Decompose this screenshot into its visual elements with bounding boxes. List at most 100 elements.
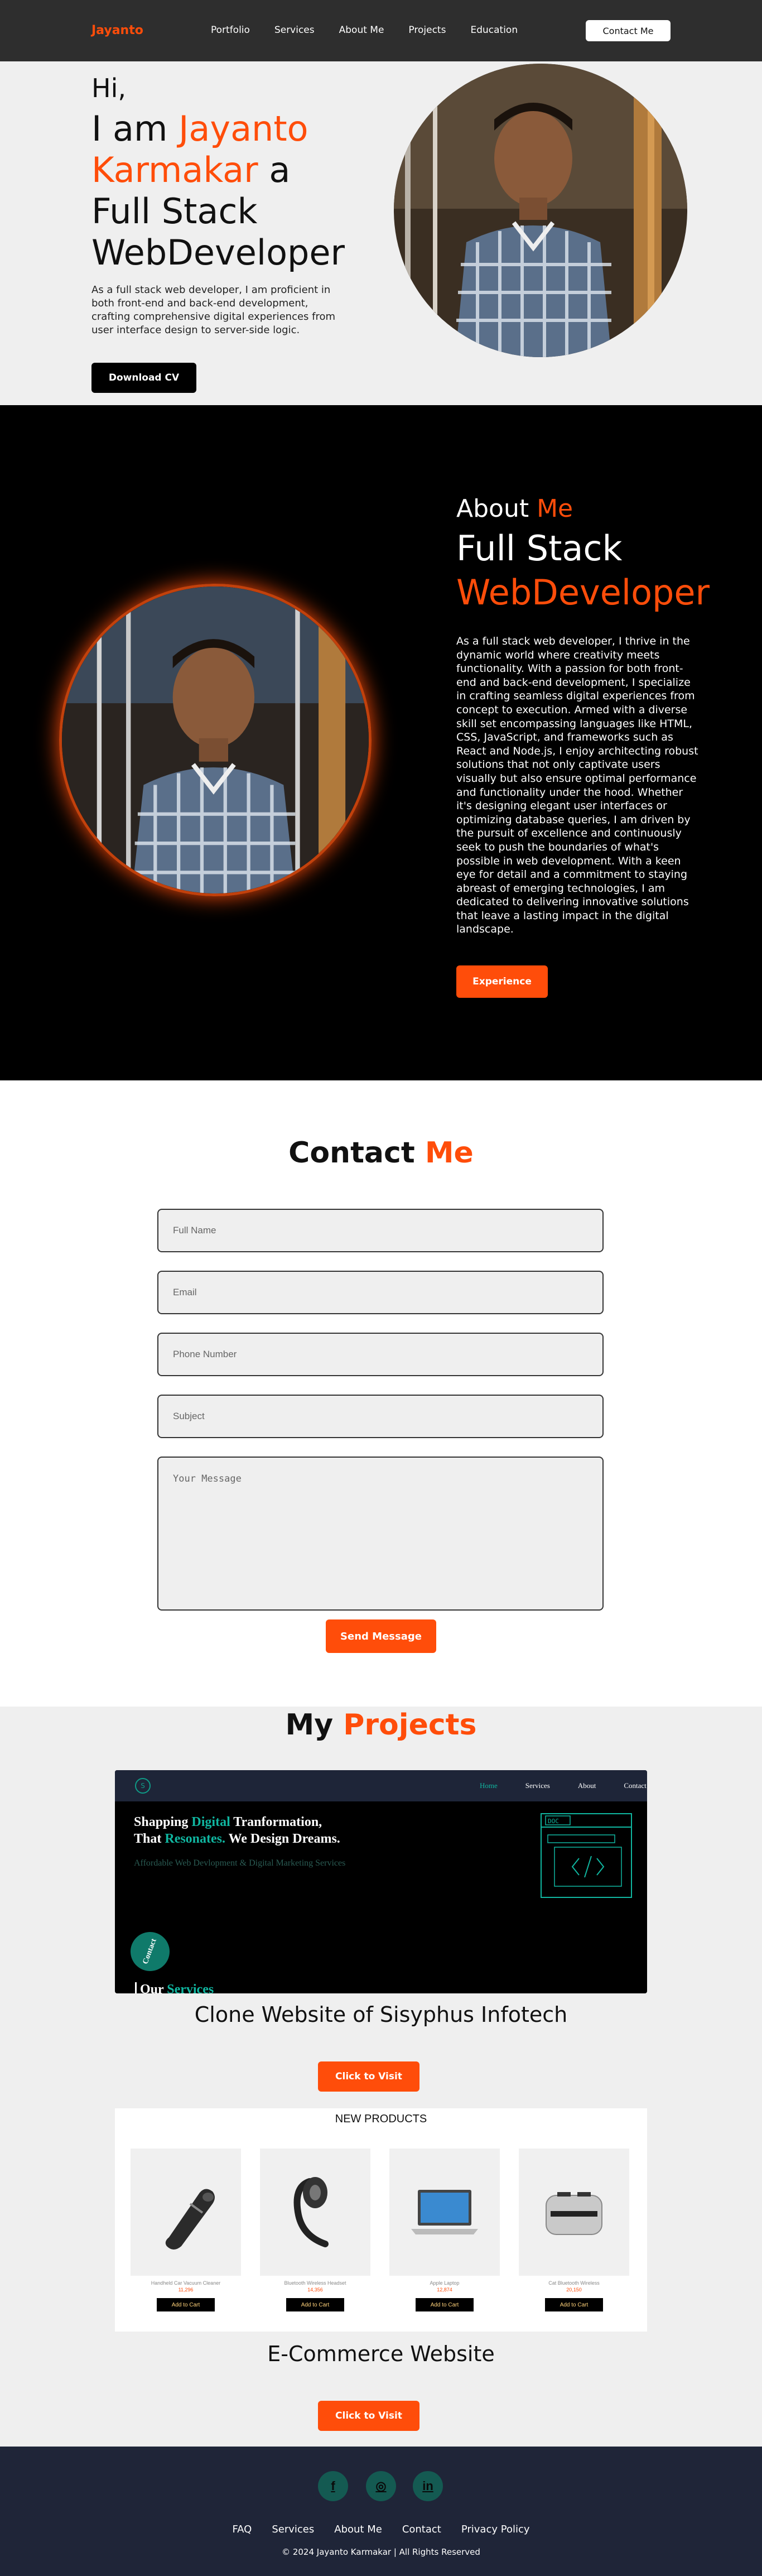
hero-section: Hi, I am Jayanto Karmakar a Full Stack W… bbox=[0, 61, 762, 405]
projects-title-prefix: My bbox=[285, 1708, 344, 1742]
preview-our-services: Our Services bbox=[135, 1982, 214, 1993]
footer-link-contact[interactable]: Contact bbox=[402, 2524, 441, 2535]
preview-headline-1a: Shapping bbox=[134, 1815, 192, 1829]
contact-title-accent: Me bbox=[425, 1136, 474, 1170]
send-message-button[interactable]: Send Message bbox=[326, 1619, 436, 1653]
footer-link-privacy[interactable]: Privacy Policy bbox=[461, 2524, 530, 2535]
product-name: Bluetooth Wireless Headset bbox=[284, 2280, 346, 2286]
product-name: Handheld Car Vacuum Cleaner bbox=[151, 2280, 221, 2286]
facebook-icon[interactable]: f bbox=[318, 2471, 348, 2501]
nav-item-about[interactable]: About Me bbox=[339, 25, 384, 36]
about-section: About Me Full Stack WebDeveloper As a fu… bbox=[0, 405, 762, 1080]
about-heading: About Me bbox=[456, 494, 707, 523]
nav-item-projects[interactable]: Projects bbox=[408, 25, 446, 36]
hero-role-line2: WebDeveloper bbox=[91, 232, 345, 273]
preview-headline-2c: We Design Dreams. bbox=[225, 1832, 340, 1846]
about-heading-accent: Me bbox=[537, 494, 573, 523]
copyright-text: © 2024 Jayanto Karmakar | All Rights Res… bbox=[282, 2547, 480, 2557]
preview-services: Services bbox=[167, 1982, 214, 1993]
hero-text: Hi, I am Jayanto Karmakar a Full Stack W… bbox=[91, 68, 348, 337]
preview-headline-1b: Digital bbox=[191, 1815, 230, 1829]
about-text: About Me Full Stack WebDeveloper As a fu… bbox=[456, 494, 710, 936]
nav-item-services[interactable]: Services bbox=[274, 25, 315, 36]
preview-logo: S bbox=[135, 1778, 151, 1794]
about-subheading-2: WebDeveloper bbox=[456, 572, 710, 613]
preview-products-heading: NEW PRODUCTS bbox=[335, 2113, 427, 2125]
site-logo[interactable]: Jayanto bbox=[91, 23, 143, 37]
add-to-cart-button[interactable]: Add to Cart bbox=[286, 2298, 344, 2311]
product-card: Cat Bluetooth Wireless 20,150 Add to Car… bbox=[519, 2149, 629, 2311]
toaster-icon bbox=[519, 2149, 629, 2276]
product-price: 20,150 bbox=[566, 2287, 582, 2293]
phone-input[interactable] bbox=[157, 1333, 604, 1376]
instagram-icon[interactable]: ◎ bbox=[366, 2471, 396, 2501]
footer-links: FAQ Services About Me Contact Privacy Po… bbox=[0, 2524, 762, 2535]
project1-title: Clone Website of Sisyphus Infotech bbox=[194, 2002, 568, 2027]
nav-item-education[interactable]: Education bbox=[470, 25, 518, 36]
hero-description: As a full stack web developer, I am prof… bbox=[91, 284, 336, 336]
add-to-cart-button[interactable]: Add to Cart bbox=[157, 2298, 215, 2311]
about-photo bbox=[59, 584, 372, 896]
preview-menu-contact: Contact bbox=[624, 1781, 647, 1790]
code-illustration-label: DOC bbox=[548, 1818, 559, 1825]
contact-section: Contact Me Send Message bbox=[0, 1080, 762, 1707]
add-to-cart-button[interactable]: Add to Cart bbox=[416, 2298, 474, 2311]
profile-photo bbox=[394, 64, 687, 357]
product-price: 12,874 bbox=[437, 2287, 452, 2293]
product-name: Cat Bluetooth Wireless bbox=[548, 2280, 600, 2286]
main-menu: Portfolio Services About Me Projects Edu… bbox=[211, 25, 542, 36]
message-textarea[interactable] bbox=[157, 1457, 604, 1611]
product-card: Apple Laptop 12,874 Add to Cart bbox=[389, 2149, 500, 2311]
hero-role-line1: Full Stack bbox=[91, 191, 258, 232]
preview-contact-badge: Contact bbox=[125, 1926, 175, 1977]
about-description: As a full stack web developer, I thrive … bbox=[456, 635, 698, 936]
project2-title: E-Commerce Website bbox=[267, 2342, 495, 2366]
contact-title: Contact Me bbox=[0, 1136, 762, 1170]
full-name-input[interactable] bbox=[157, 1209, 604, 1252]
subject-input[interactable] bbox=[157, 1395, 604, 1438]
preview-menu-home: Home bbox=[480, 1781, 498, 1790]
email-input[interactable] bbox=[157, 1271, 604, 1314]
preview-our: Our bbox=[140, 1982, 167, 1993]
contact-me-button[interactable]: Contact Me bbox=[586, 20, 671, 41]
projects-title: My Projects bbox=[0, 1707, 762, 1743]
projects-title-accent: Projects bbox=[343, 1708, 477, 1742]
preview-headline: Shapping Digital Tranformation, That Res… bbox=[134, 1814, 340, 1847]
project2-visit-button[interactable]: Click to Visit bbox=[318, 2401, 419, 2431]
preview-headline-2a: That bbox=[134, 1832, 165, 1846]
site-footer: f ◎ in FAQ Services About Me Contact Pri… bbox=[0, 2447, 762, 2576]
code-illustration-icon: DOC bbox=[540, 1813, 633, 1901]
laptop-icon bbox=[389, 2149, 500, 2276]
product-price: 11,296 bbox=[178, 2287, 194, 2293]
hero-heading: I am Jayanto Karmakar a Full Stack WebDe… bbox=[91, 108, 348, 273]
product-price: 14,356 bbox=[307, 2287, 323, 2293]
product-card: Handheld Car Vacuum Cleaner 11,296 Add t… bbox=[131, 2149, 241, 2311]
product-name: Apple Laptop bbox=[430, 2280, 460, 2286]
top-navbar: Jayanto Portfolio Services About Me Proj… bbox=[0, 0, 762, 61]
footer-link-services[interactable]: Services bbox=[272, 2524, 314, 2535]
linkedin-icon[interactable]: in bbox=[413, 2471, 443, 2501]
preview-menu-services: Services bbox=[525, 1781, 550, 1790]
about-subheading-1: Full Stack bbox=[456, 528, 623, 569]
nav-item-portfolio[interactable]: Portfolio bbox=[211, 25, 250, 36]
footer-link-about[interactable]: About Me bbox=[334, 2524, 382, 2535]
vacuum-icon bbox=[131, 2149, 241, 2276]
download-cv-button[interactable]: Download CV bbox=[91, 363, 196, 393]
preview-navbar: S Home Services About Contact bbox=[115, 1770, 647, 1801]
projects-section: My Projects S Home Services About Contac… bbox=[0, 1707, 762, 2447]
project1-visit-button[interactable]: Click to Visit bbox=[318, 2061, 419, 2092]
footer-link-faq[interactable]: FAQ bbox=[232, 2524, 252, 2535]
project-preview-ecommerce[interactable]: NEW PRODUCTS Handheld Car Vacuum Cleaner… bbox=[115, 2108, 647, 2332]
add-to-cart-button[interactable]: Add to Cart bbox=[545, 2298, 603, 2311]
preview-headline-1c: Tranformation, bbox=[230, 1815, 322, 1829]
product-card: Bluetooth Wireless Headset 14,356 Add to… bbox=[260, 2149, 370, 2311]
preview-subline: Affordable Web Devlopment & Digital Mark… bbox=[134, 1858, 346, 1868]
preview-menu: Home Services About Contact bbox=[480, 1781, 647, 1790]
headset-icon bbox=[260, 2149, 370, 2276]
project-preview-sisyphus[interactable]: S Home Services About Contact Shapping D… bbox=[115, 1770, 647, 1993]
experience-button[interactable]: Experience bbox=[456, 965, 548, 998]
hero-intro-prefix: I am bbox=[91, 108, 179, 149]
contact-title-prefix: Contact bbox=[288, 1136, 425, 1170]
hero-intro-suffix: a bbox=[258, 150, 291, 190]
hero-greeting: Hi, bbox=[91, 73, 126, 103]
